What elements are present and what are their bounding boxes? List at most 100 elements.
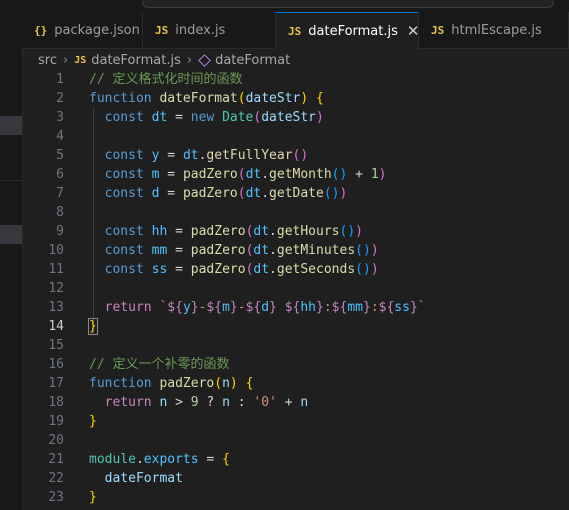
code-token: = [159, 186, 183, 201]
code-line[interactable]: 14} [22, 317, 569, 336]
breadcrumb-file[interactable]: dateFormat.js [91, 53, 181, 68]
tab-index-js[interactable]: JS index.js [143, 12, 276, 48]
code-token: } [229, 300, 238, 315]
close-icon[interactable]: ✕ [407, 22, 420, 40]
code-line[interactable]: 10 const mm = padZero(dt.getMinutes()) [22, 241, 569, 260]
code-line[interactable]: 16 // 定义一个补零的函数 [22, 355, 569, 374]
code-token: . [261, 186, 270, 201]
code-line[interactable]: 20 [22, 431, 569, 450]
code-text: } [89, 412, 97, 431]
code-token: = [159, 148, 183, 163]
code-token: getHours [276, 224, 340, 239]
code-text: const hh = padZero(dt.getHours()) [89, 222, 363, 241]
code-line[interactable]: 18 return n > 9 ? n : '0' + n [22, 393, 569, 412]
code-line[interactable]: 9 const hh = padZero(dt.getHours()) [22, 222, 569, 241]
code-text: dateFormat [89, 469, 183, 488]
code-line[interactable]: 8 [22, 203, 569, 222]
code-line[interactable]: 4 [22, 127, 569, 146]
code-token: = [198, 452, 223, 467]
code-line[interactable]: 1 // 定义格式化时间的函数 [22, 70, 569, 89]
code-text: function padZero(n) { [89, 374, 253, 393]
code-text: const ss = padZero(dt.getSeconds()) [89, 260, 379, 279]
code-line[interactable]: 22 dateFormat [22, 469, 569, 488]
js-file-icon: JS [288, 24, 302, 38]
code-token: ${ [245, 300, 262, 315]
code-editor[interactable]: 1// 定义格式化时间的函数 2 function dateFormat(dateS… [22, 70, 569, 510]
code-line[interactable]: 19} [22, 412, 569, 431]
line-number: 4 [56, 129, 64, 144]
code-line[interactable]: 12 [22, 279, 569, 298]
tab-label: package.json [54, 22, 140, 38]
code-token: padZero [159, 376, 215, 391]
code-token: ? [198, 395, 223, 410]
code-token: const [104, 243, 144, 258]
code-token: = [167, 224, 191, 239]
code-text: return `${y}-${m}-${d} ${hh}:${mm}:${ss}… [89, 298, 426, 317]
code-token: dt [253, 243, 270, 258]
line-number: 20 [48, 433, 64, 448]
code-token: . [269, 224, 277, 239]
breadcrumb-folder[interactable]: src [38, 53, 57, 68]
code-token: ${ [167, 300, 183, 315]
code-token: = [167, 243, 191, 258]
code-line[interactable]: 7 const d = padZero(dt.getDate()) [22, 184, 569, 203]
code-token: m [222, 300, 230, 315]
code-line[interactable]: 3 const dt = new Date(dateStr) [22, 108, 569, 127]
code-token: const [104, 167, 144, 182]
code-token: d [261, 300, 270, 315]
code-line[interactable]: 11 const ss = padZero(dt.getSeconds()) [22, 260, 569, 279]
line-number: 15 [48, 338, 64, 353]
line-number: 12 [48, 281, 64, 296]
code-token: dt [253, 224, 270, 239]
code-token: const [104, 224, 144, 239]
breadcrumb-symbol[interactable]: dateFormat [215, 53, 290, 68]
code-token: ) [370, 262, 379, 277]
editor-tab-bar: {} package.json JS index.js JS dateForma… [22, 12, 569, 49]
code-line[interactable]: 23} [22, 488, 569, 507]
activity-bar [0, 12, 23, 510]
line-number: 18 [48, 395, 64, 410]
code-token: y [182, 300, 191, 315]
code-text: } [88, 317, 98, 336]
sidebar-selected-item-2[interactable] [0, 225, 22, 244]
code-line[interactable]: 13 return `${y}-${m}-${d} ${hh}:${mm}:${… [22, 298, 569, 317]
line-number: 2 [56, 91, 64, 106]
line-number: 10 [48, 243, 64, 258]
code-token: getDate [269, 186, 324, 201]
code-token: - [237, 300, 246, 315]
code-line[interactable]: 2 function dateFormat(dateStr) { [22, 89, 569, 108]
tab-dateformat-js[interactable]: JS dateFormat.js ✕ [276, 12, 419, 49]
code-token: () [331, 167, 348, 182]
code-token: } [88, 318, 98, 335]
code-token: } [190, 300, 199, 315]
code-token: ) [370, 243, 379, 258]
code-token: : [229, 395, 254, 410]
line-number: 9 [56, 224, 64, 239]
tab-package-json[interactable]: {} package.json [22, 12, 143, 48]
tab-htmlescape-js[interactable]: JS htmlEscape.js [419, 12, 569, 48]
code-line[interactable]: 21 module.exports = { [22, 450, 569, 469]
code-text: const d = padZero(dt.getDate()) [89, 184, 348, 203]
code-line[interactable]: 6 const m = padZero(dt.getMonth() + 1) [22, 165, 569, 184]
line-number: 17 [48, 376, 64, 391]
tab-label: dateFormat.js [308, 23, 398, 39]
code-token: Date [222, 110, 254, 125]
line-number: 8 [56, 205, 64, 220]
code-text: const y = dt.getFullYear() [89, 146, 309, 165]
code-line[interactable]: 15 [22, 336, 569, 355]
code-line[interactable]: 5 const y = dt.getFullYear() [22, 146, 569, 165]
line-number: 21 [48, 452, 64, 467]
code-token: dateStr [261, 110, 317, 125]
code-line[interactable]: 17 function padZero(n) { [22, 374, 569, 393]
js-file-icon: JS [155, 23, 169, 37]
code-token: ${ [206, 300, 223, 315]
command-center[interactable] [142, 0, 554, 8]
sidebar-selected-item-1[interactable] [0, 116, 22, 135]
code-token: . [269, 262, 277, 277]
